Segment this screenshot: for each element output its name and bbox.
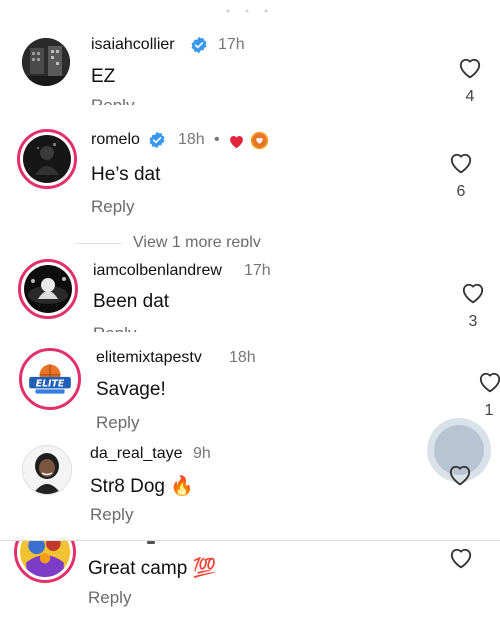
heart-icon[interactable] bbox=[477, 369, 500, 398]
reply-button-clip: Reply bbox=[93, 324, 153, 332]
comment-text: Savage! bbox=[96, 379, 166, 400]
reply-button[interactable]: Reply bbox=[91, 197, 134, 217]
creator-liked-icon bbox=[250, 131, 269, 155]
reply-thread-line bbox=[76, 243, 122, 244]
heart-icon[interactable] bbox=[448, 150, 474, 179]
comment-timestamp: 9h bbox=[193, 445, 211, 462]
avatar[interactable] bbox=[17, 129, 77, 189]
view-more-label[interactable]: View 1 more reply bbox=[133, 234, 261, 247]
comment-username[interactable]: da_real_taye bbox=[90, 445, 183, 463]
red-heart-icon bbox=[228, 133, 245, 154]
verified-badge-icon bbox=[148, 131, 166, 154]
comment-text: He’s dat bbox=[91, 164, 161, 185]
comment-timestamp: 17h bbox=[218, 36, 245, 53]
reply-button[interactable]: Reply bbox=[91, 96, 134, 105]
comment-text: Str8 Dog 🔥 bbox=[90, 476, 194, 497]
avatar[interactable] bbox=[14, 541, 76, 583]
avatar[interactable] bbox=[18, 259, 78, 319]
like-count: 4 bbox=[465, 88, 475, 105]
comment-text: Been dat bbox=[93, 291, 170, 312]
comment-username[interactable]: elitemixtapestv bbox=[96, 349, 202, 367]
reply-button-clip: Reply bbox=[91, 96, 151, 105]
comment-text: Great camp 💯 bbox=[88, 558, 217, 579]
avatar[interactable]: ELITE bbox=[19, 348, 81, 410]
reply-button[interactable]: Reply bbox=[96, 413, 139, 433]
like-count: 1 bbox=[484, 402, 494, 419]
view-more-clip: View 1 more reply bbox=[133, 234, 273, 247]
comment-timestamp: 18h bbox=[178, 131, 205, 148]
comments-screen: isaiahcollier 17h EZ Reply 4 bbox=[0, 0, 500, 625]
reply-button[interactable]: Reply bbox=[93, 324, 136, 332]
comment-timestamp: 17h bbox=[244, 262, 271, 279]
reply-button[interactable]: Reply bbox=[88, 588, 131, 608]
avatar-clip bbox=[14, 541, 78, 583]
avatar[interactable] bbox=[22, 38, 70, 86]
username-fragment bbox=[147, 541, 155, 544]
comment-username[interactable]: romelo bbox=[91, 131, 140, 149]
like-count: 3 bbox=[468, 313, 478, 330]
verified-badge-icon bbox=[190, 36, 208, 59]
avatar[interactable] bbox=[22, 445, 72, 495]
comment-username[interactable]: isaiahcollier bbox=[91, 36, 175, 54]
heart-icon[interactable] bbox=[460, 280, 486, 309]
comment-text: EZ bbox=[91, 66, 116, 87]
comment-timestamp: 18h bbox=[229, 349, 256, 366]
comment-username[interactable]: iamcolbenlandrew bbox=[93, 262, 222, 280]
heart-icon[interactable] bbox=[447, 462, 473, 491]
separator-dot: • bbox=[214, 131, 220, 148]
elite-logo-text: ELITE bbox=[36, 378, 65, 389]
top-edge-fragment bbox=[222, 0, 272, 13]
heart-icon[interactable] bbox=[457, 55, 483, 84]
reply-button[interactable]: Reply bbox=[90, 505, 133, 525]
heart-icon[interactable] bbox=[448, 545, 474, 574]
like-count: 6 bbox=[456, 183, 466, 200]
